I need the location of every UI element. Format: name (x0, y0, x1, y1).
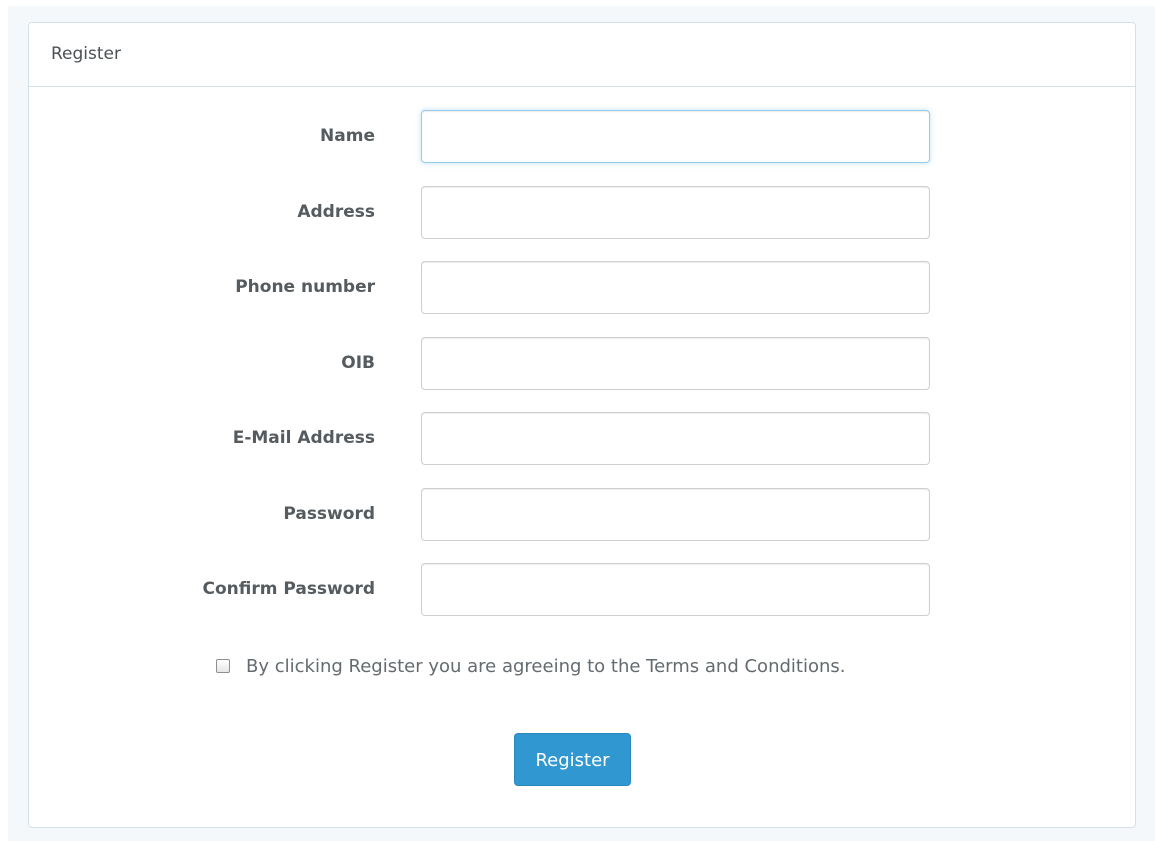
panel-title: Register (29, 23, 1135, 87)
address-field[interactable] (421, 186, 930, 239)
phone-label: Phone number (235, 277, 375, 297)
address-label: Address (297, 202, 375, 222)
email-row: E-Mail Address (29, 412, 1135, 465)
password-row: Password (29, 488, 1135, 541)
confirm-password-row: Confirm Password (29, 563, 1135, 616)
address-row: Address (29, 186, 1135, 239)
email-field[interactable] (421, 412, 930, 465)
register-button[interactable]: Register (514, 733, 631, 786)
confirm-password-field[interactable] (421, 563, 930, 616)
confirm-password-label: Confirm Password (202, 579, 375, 599)
email-label: E-Mail Address (232, 428, 375, 448)
name-field[interactable] (421, 110, 930, 163)
phone-row: Phone number (29, 261, 1135, 314)
oib-row: OIB (29, 337, 1135, 390)
terms-label[interactable]: By clicking Register you are agreeing to… (246, 656, 845, 677)
terms-checkbox[interactable] (216, 659, 230, 673)
phone-field[interactable] (421, 261, 930, 314)
password-label: Password (283, 504, 375, 524)
oib-label: OIB (341, 353, 375, 373)
terms-row: By clicking Register you are agreeing to… (213, 651, 845, 681)
name-row: Name (29, 110, 1135, 163)
oib-field[interactable] (421, 337, 930, 390)
name-label: Name (320, 126, 375, 146)
register-panel: Register Name Address Phone number OIB E… (28, 22, 1136, 828)
password-field[interactable] (421, 488, 930, 541)
